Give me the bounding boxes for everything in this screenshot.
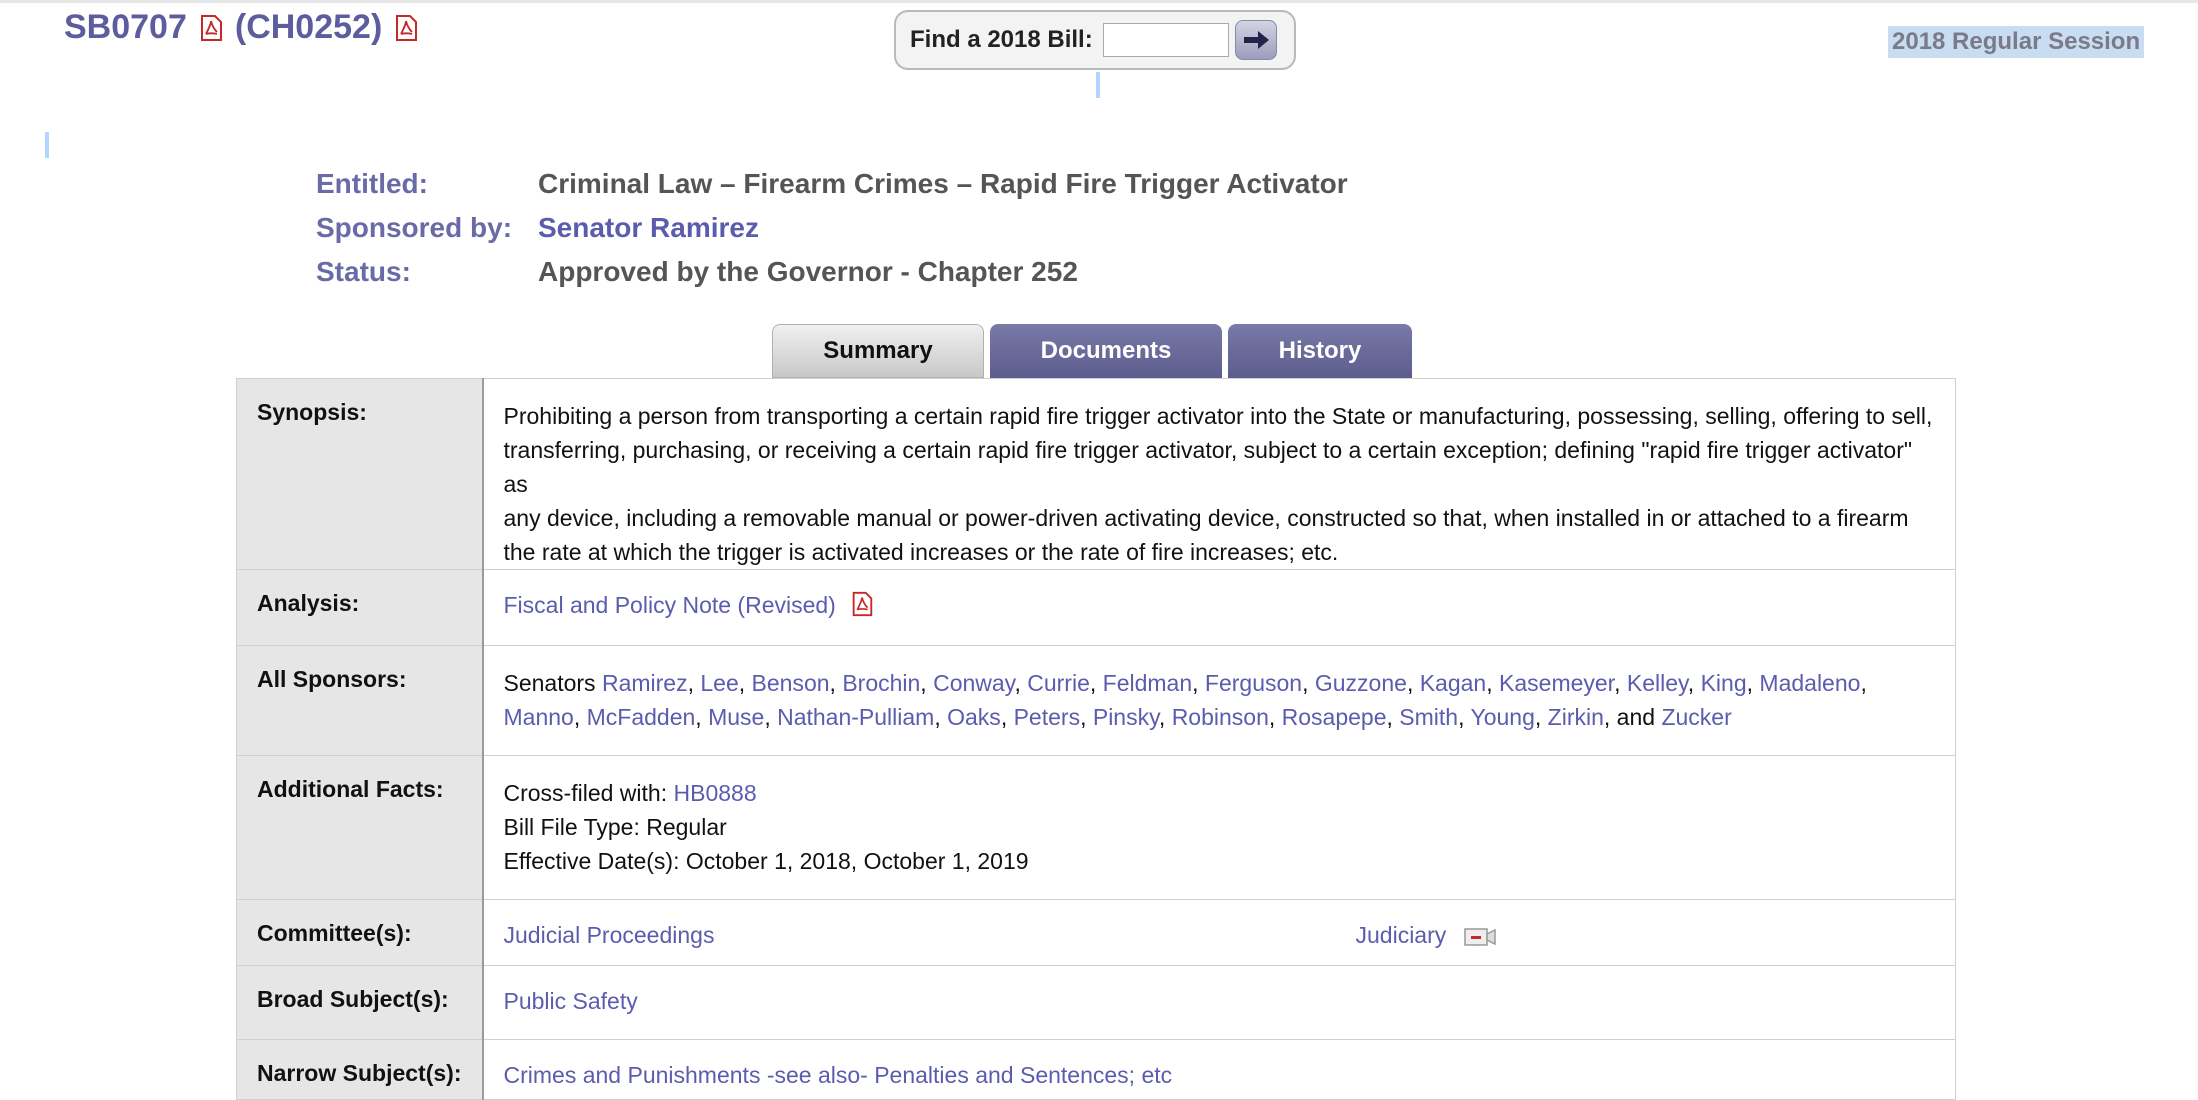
- committees-cell: Judicial Proceedings Judiciary: [482, 899, 1956, 966]
- sponsor-name-link[interactable]: Kelley: [1627, 670, 1688, 696]
- sponsor-name-link[interactable]: King: [1701, 670, 1747, 696]
- sponsor-name-link[interactable]: Peters: [1014, 704, 1080, 730]
- sponsor-name-link[interactable]: Young: [1470, 704, 1534, 730]
- committee-house-link[interactable]: Judiciary: [1356, 922, 1447, 948]
- narrow-subjects-cell: Crimes and Punishments -see also- Penalt…: [482, 1039, 1956, 1100]
- committee-senate-link[interactable]: Judicial Proceedings: [504, 922, 715, 948]
- sponsor-name-link[interactable]: Robinson: [1172, 704, 1269, 730]
- effective-dates: Effective Date(s): October 1, 2018, Octo…: [503, 848, 1029, 874]
- committees-label: Committee(s):: [236, 899, 484, 966]
- sponsors-and: and: [1616, 704, 1662, 730]
- bill-number-link[interactable]: SB0707: [64, 8, 187, 47]
- bill-title: SB0707 (CH0252): [64, 8, 420, 47]
- synopsis-line: the rate at which the trigger is activat…: [503, 539, 1339, 565]
- tab-history[interactable]: History: [1228, 324, 1412, 378]
- synopsis-line: transferring, purchasing, or receiving a…: [503, 437, 1913, 497]
- broad-subject-link[interactable]: Public Safety: [504, 988, 638, 1014]
- sponsors-prefix: Senators: [503, 670, 596, 696]
- sponsor-link[interactable]: Senator Ramirez: [538, 212, 759, 244]
- text-cursor-mark: [45, 132, 49, 158]
- table-row: Synopsis: Prohibiting a person from tran…: [236, 378, 1956, 570]
- table-row: Broad Subject(s): Public Safety: [236, 965, 1956, 1040]
- committee-left: Judicial Proceedings: [504, 918, 1356, 952]
- bill-meta: Entitled: Criminal Law – Firearm Crimes …: [316, 162, 1348, 294]
- session-label: 2018 Regular Session: [1888, 26, 2145, 58]
- file-type: Bill File Type: Regular: [503, 814, 727, 840]
- committee-row: Judicial Proceedings Judiciary: [504, 918, 1936, 952]
- crossfiled-line: Cross-filed with: HB0888: [504, 776, 1936, 810]
- broad-subjects-cell: Public Safety: [482, 965, 1956, 1040]
- fiscal-note-link[interactable]: Fiscal and Policy Note (Revised): [504, 592, 836, 618]
- sponsor-name-link[interactable]: Pinsky: [1093, 704, 1159, 730]
- sponsors-line: Manno, McFadden, Muse, Nathan-Pulliam, O…: [503, 704, 1732, 730]
- table-row: All Sponsors: Senators Ramirez, Lee, Ben…: [236, 645, 1956, 756]
- sponsor-name-link[interactable]: Manno: [504, 704, 574, 730]
- narrow-subjects-label: Narrow Subject(s):: [236, 1039, 484, 1100]
- sponsor-name-link[interactable]: Zirkin: [1548, 704, 1604, 730]
- sponsor-name-link[interactable]: Smith: [1399, 704, 1458, 730]
- chapter-link[interactable]: (CH0252): [235, 8, 382, 47]
- sponsored-label: Sponsored by:: [316, 212, 513, 243]
- summary-table: Synopsis: Prohibiting a person from tran…: [236, 378, 1956, 1100]
- table-row: Analysis: Fiscal and Policy Note (Revise…: [236, 569, 1956, 646]
- tab-documents[interactable]: Documents: [990, 324, 1222, 378]
- find-bill-box: Find a 2018 Bill:: [894, 10, 1296, 70]
- sponsor-name-link[interactable]: Zucker: [1661, 704, 1731, 730]
- synopsis-line: Prohibiting a person from transporting a…: [503, 403, 1933, 429]
- analysis-label: Analysis:: [236, 569, 484, 646]
- text-cursor-mark: [1096, 72, 1100, 98]
- narrow-subject-link[interactable]: Crimes and Punishments -see also- Penalt…: [504, 1062, 1173, 1088]
- sponsor-name-link[interactable]: Brochin: [842, 670, 920, 696]
- pdf-icon[interactable]: [197, 14, 225, 42]
- sponsor-name-link[interactable]: Muse: [708, 704, 764, 730]
- synopsis-label: Synopsis:: [236, 378, 484, 570]
- sponsor-name-link[interactable]: McFadden: [587, 704, 696, 730]
- entitled-value: Criminal Law – Firearm Crimes – Rapid Fi…: [538, 168, 1348, 199]
- tab-summary[interactable]: Summary: [772, 324, 984, 378]
- find-bill-label: Find a 2018 Bill:: [910, 26, 1093, 53]
- sponsor-name-link[interactable]: Ramirez: [602, 670, 688, 696]
- sponsor-name-link[interactable]: Kasemeyer: [1499, 670, 1614, 696]
- sponsor-name-link[interactable]: Lee: [700, 670, 738, 696]
- sponsor-name-link[interactable]: Nathan-Pulliam: [777, 704, 934, 730]
- facts-cell: Cross-filed with: HB0888 Bill File Type:…: [482, 755, 1956, 900]
- synopsis-line: any device, including a removable manual…: [503, 505, 1909, 531]
- sponsor-name-link[interactable]: Feldman: [1103, 670, 1192, 696]
- status-value: Approved by the Governor - Chapter 252: [538, 256, 1078, 287]
- sponsors-line: Senators Ramirez, Lee, Benson, Brochin, …: [503, 670, 1867, 696]
- sponsor-name-link[interactable]: Rosapepe: [1282, 704, 1387, 730]
- sponsor-name-link[interactable]: Currie: [1027, 670, 1090, 696]
- sponsor-name-link[interactable]: Oaks: [947, 704, 1001, 730]
- find-bill-go-button[interactable]: [1234, 20, 1277, 60]
- pdf-icon[interactable]: [392, 14, 420, 42]
- table-row: Narrow Subject(s): Crimes and Punishment…: [236, 1039, 1956, 1100]
- sponsor-name-link[interactable]: Kagan: [1420, 670, 1487, 696]
- video-icon[interactable]: [1463, 926, 1497, 948]
- crossfiled-link[interactable]: HB0888: [674, 780, 757, 806]
- synopsis-text: Prohibiting a person from transporting a…: [482, 378, 1956, 570]
- find-bill-input[interactable]: [1102, 23, 1229, 57]
- top-border: [0, 0, 2198, 3]
- table-row: Committee(s): Judicial Proceedings Judic…: [236, 899, 1956, 966]
- sponsor-name-link[interactable]: Guzzone: [1315, 670, 1407, 696]
- committee-right: Judiciary: [1356, 918, 1497, 952]
- sponsor-name-link[interactable]: Conway: [933, 670, 1014, 696]
- broad-subjects-label: Broad Subject(s):: [236, 965, 484, 1040]
- arrow-right-icon: [1243, 31, 1269, 49]
- facts-label: Additional Facts:: [236, 755, 484, 900]
- sponsor-name-link[interactable]: Madaleno: [1759, 670, 1860, 696]
- sponsor-name-link[interactable]: Benson: [752, 670, 830, 696]
- pdf-icon[interactable]: [848, 591, 876, 617]
- analysis-cell: Fiscal and Policy Note (Revised): [482, 569, 1956, 646]
- status-label: Status:: [316, 256, 411, 287]
- tab-bar: Summary Documents History: [772, 324, 1412, 378]
- crossfiled-label: Cross-filed with:: [503, 780, 668, 806]
- sponsors-list: Senators Ramirez, Lee, Benson, Brochin, …: [482, 645, 1956, 756]
- table-row: Additional Facts: Cross-filed with: HB08…: [236, 755, 1956, 900]
- sponsors-label: All Sponsors:: [236, 645, 484, 756]
- entitled-label: Entitled:: [316, 168, 428, 199]
- sponsor-name-link[interactable]: Ferguson: [1205, 670, 1302, 696]
